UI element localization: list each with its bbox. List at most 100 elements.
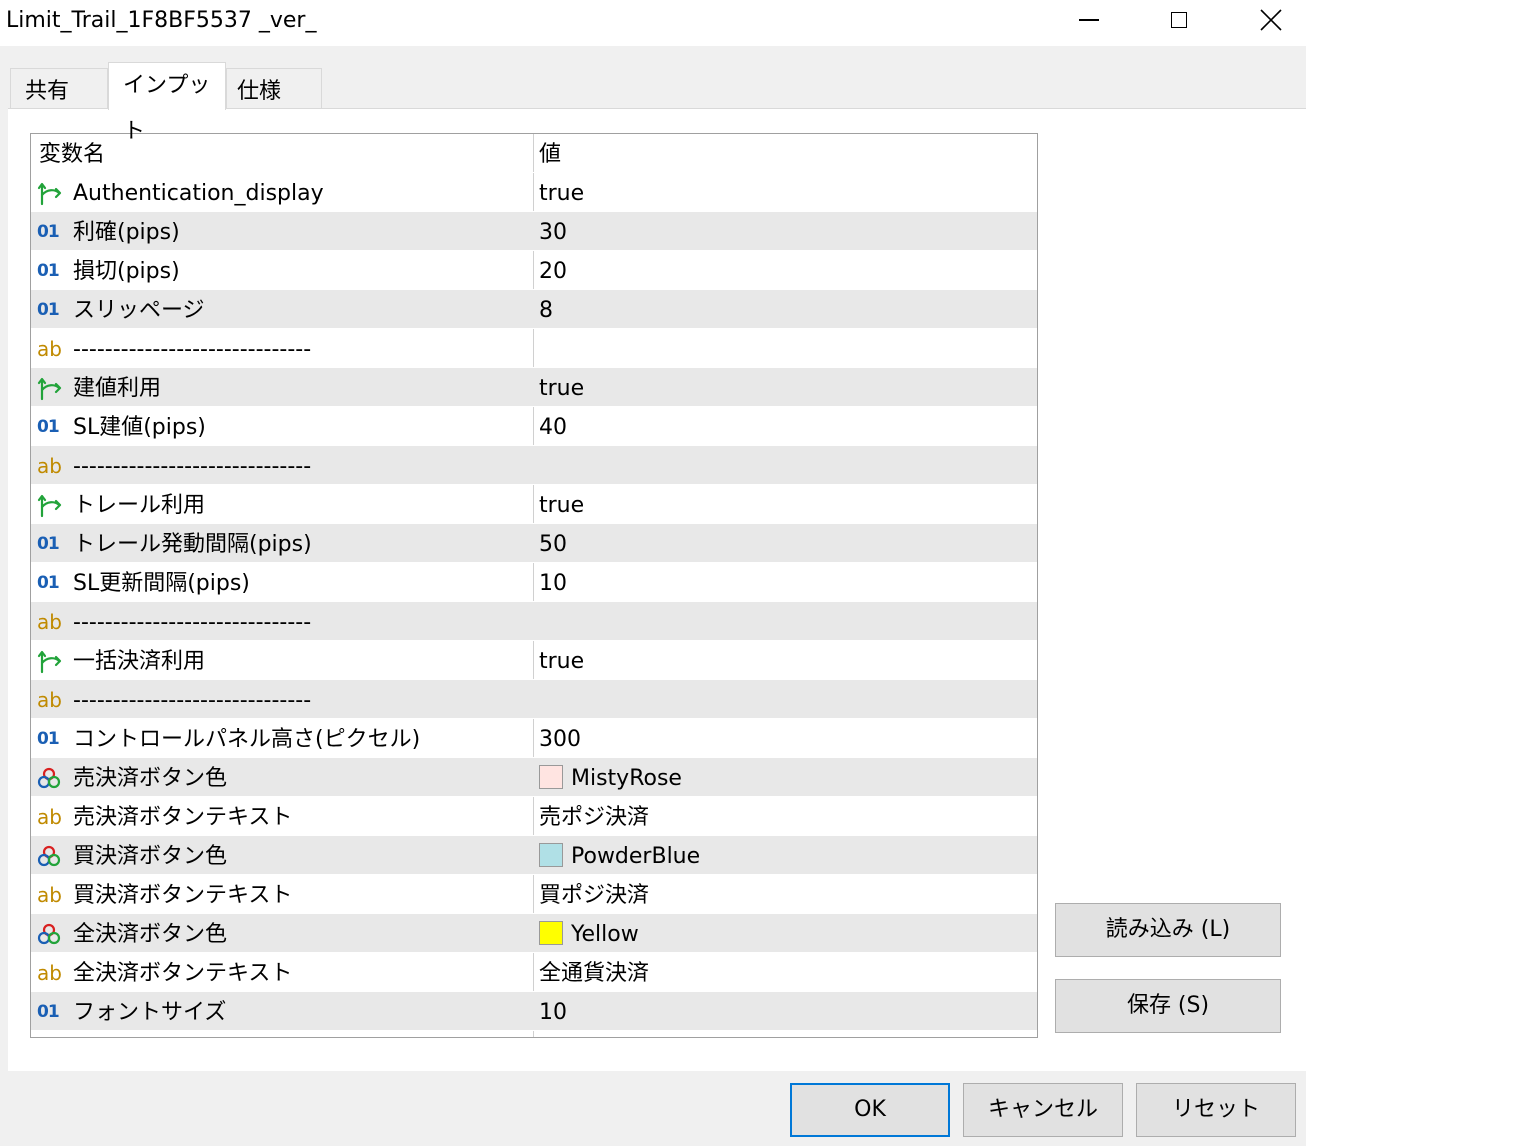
variable-value[interactable]: 売ポジ決済 [539, 797, 1031, 836]
variable-value[interactable]: MistyRose [539, 758, 1031, 797]
variable-value[interactable]: 全通貨決済 [539, 953, 1031, 992]
minimize-icon [1079, 19, 1099, 21]
grid-row[interactable]: ab 売決済ボタンテキスト 売ポジ決済 [31, 797, 1037, 836]
int-01-icon: 01 [37, 221, 60, 242]
variable-value[interactable] [539, 446, 1031, 485]
variable-value[interactable]: PowderBlue [539, 836, 1031, 875]
tab-inputs[interactable]: インプット [108, 62, 226, 144]
string-ab-icon: ab [37, 687, 62, 712]
tab-common[interactable]: 共有 [10, 68, 108, 110]
tab-specs[interactable]: 仕様 [226, 68, 322, 110]
variable-name: ------------------------------ [73, 337, 312, 362]
variable-name: スリッページ [73, 298, 205, 323]
bool-arrow-icon [37, 641, 65, 680]
minimize-button[interactable] [1066, 0, 1112, 40]
grid-row[interactable]: 01 フォントサイズ 10 [31, 992, 1037, 1031]
grid-row[interactable]: Authentication_display true [31, 173, 1037, 212]
variable-value[interactable]: 50 [539, 524, 1031, 563]
grid-header: 変数名 値 [31, 134, 1037, 173]
string-ab-icon: ab [37, 336, 62, 361]
inputs-grid: 変数名 値 Authentication_display true 01 利確(pip… [30, 133, 1038, 1038]
variable-name: 全決済ボタン色 [73, 922, 228, 947]
variable-value[interactable] [539, 680, 1031, 719]
variable-value[interactable]: 8 [539, 290, 1031, 329]
grid-row[interactable]: 一括決済利用 true [31, 641, 1037, 680]
header-variable-name: 変数名 [39, 142, 106, 167]
variable-name: トレール利用 [73, 493, 206, 518]
color-swatch[interactable] [539, 843, 563, 867]
maximize-button[interactable] [1156, 0, 1202, 40]
grid-row[interactable]: ab ------------------------------ [31, 680, 1037, 719]
maximize-icon [1171, 12, 1187, 28]
variable-value[interactable]: true [539, 641, 1031, 680]
variable-name: 買決済ボタン色 [73, 844, 228, 869]
grid-row[interactable]: 01 コントロールパネル高さ(ピクセル) 300 [31, 719, 1037, 758]
variable-value[interactable]: true [539, 368, 1031, 407]
grid-row[interactable]: 全決済ボタン色 Yellow [31, 914, 1037, 953]
variable-value[interactable]: 40 [539, 407, 1031, 446]
grid-row[interactable]: 01 スリッページ 8 [31, 290, 1037, 329]
variable-value[interactable] [539, 329, 1031, 368]
variable-value[interactable] [539, 602, 1031, 641]
variable-value[interactable]: true [539, 485, 1031, 524]
grid-row[interactable]: 01 SL更新間隔(pips) 10 [31, 563, 1037, 602]
variable-value[interactable]: 30 [539, 212, 1031, 251]
grid-row[interactable]: 建値利用 true [31, 368, 1037, 407]
load-button[interactable]: 読み込み (L) [1055, 903, 1281, 957]
color-circles-icon [37, 836, 65, 875]
variable-value[interactable]: 10 [539, 992, 1031, 1031]
variable-name: コントロールパネル高さ(ピクセル) [73, 727, 421, 752]
int-01-icon: 01 [37, 572, 60, 593]
variable-name: Authentication_display [73, 181, 324, 206]
variable-value[interactable]: Yellow [539, 914, 1031, 953]
grid-row[interactable]: 01 トレール発動間隔(pips) 50 [31, 524, 1037, 563]
grid-row[interactable]: ab ------------------------------ [31, 329, 1037, 368]
color-circles-icon [37, 758, 65, 797]
close-button[interactable] [1248, 0, 1294, 40]
color-swatch[interactable] [539, 921, 563, 945]
int-01-icon: 01 [37, 728, 60, 749]
variable-name: ------------------------------ [73, 454, 312, 479]
grid-row[interactable]: 01 利確(pips) 30 [31, 212, 1037, 251]
int-01-icon: 01 [37, 533, 60, 554]
variable-name: ------------------------------ [73, 610, 312, 635]
color-swatch[interactable] [539, 765, 563, 789]
reset-button[interactable]: リセット [1136, 1083, 1296, 1137]
variable-name: フォントサイズ [73, 1000, 227, 1025]
variable-name: 買決済ボタンテキスト [73, 883, 293, 908]
variable-value[interactable]: 10 [539, 563, 1031, 602]
grid-row[interactable]: トレール利用 true [31, 485, 1037, 524]
color-name: Yellow [571, 922, 639, 947]
tab-strip: 共有 インプット 仕様 [8, 62, 328, 144]
string-ab-icon: ab [37, 960, 62, 985]
cancel-button[interactable]: キャンセル [963, 1083, 1123, 1137]
grid-row[interactable]: 買決済ボタン色 PowderBlue [31, 836, 1037, 875]
grid-row[interactable]: ab 全決済ボタンテキスト 全通貨決済 [31, 953, 1037, 992]
variable-value[interactable]: true [539, 173, 1031, 212]
bool-arrow-icon [37, 485, 65, 524]
variable-name: 利確(pips) [73, 220, 180, 245]
variable-value[interactable]: 20 [539, 251, 1031, 290]
grid-row[interactable]: 売決済ボタン色 MistyRose [31, 758, 1037, 797]
save-button[interactable]: 保存 (S) [1055, 979, 1281, 1033]
color-circles-icon [37, 914, 65, 953]
variable-value[interactable]: 買ポジ決済 [539, 875, 1031, 914]
grid-row[interactable]: ab ------------------------------ [31, 602, 1037, 641]
variable-value[interactable]: 300 [539, 719, 1031, 758]
color-name: MistyRose [571, 766, 682, 791]
close-icon [1260, 9, 1282, 31]
grid-row[interactable]: 01 損切(pips) 20 [31, 251, 1037, 290]
grid-row[interactable]: ab ------------------------------ [31, 446, 1037, 485]
grid-row[interactable]: 01 SL建値(pips) 40 [31, 407, 1037, 446]
ok-button[interactable]: OK [790, 1083, 950, 1137]
int-01-icon: 01 [37, 1001, 60, 1022]
variable-name: 売決済ボタン色 [73, 766, 228, 791]
string-ab-icon: ab [37, 609, 62, 634]
string-ab-icon: ab [37, 804, 62, 829]
variable-name: 建値利用 [73, 376, 162, 401]
grid-row[interactable]: ab 買決済ボタンテキスト 買ポジ決済 [31, 875, 1037, 914]
variable-name: 全決済ボタンテキスト [73, 961, 293, 986]
variable-name: トレール発動間隔(pips) [73, 532, 312, 557]
variable-name: 損切(pips) [73, 259, 180, 284]
bool-arrow-icon [37, 368, 65, 407]
